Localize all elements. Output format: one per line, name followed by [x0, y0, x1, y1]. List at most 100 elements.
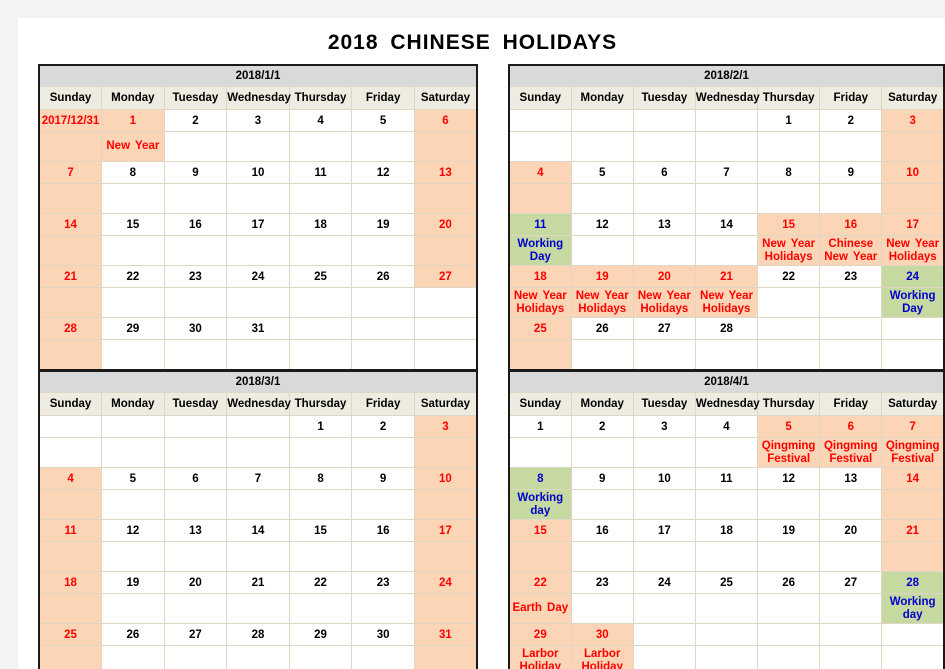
day-note-cell[interactable]	[632, 593, 696, 624]
day-cell[interactable]: 9	[570, 467, 634, 490]
day-note-cell[interactable]	[226, 593, 290, 624]
day-note-cell[interactable]	[694, 235, 759, 266]
day-cell[interactable]: 7	[226, 467, 290, 490]
day-note-cell[interactable]	[881, 541, 945, 572]
day-note-cell[interactable]	[288, 235, 353, 266]
day-note-cell[interactable]	[819, 645, 883, 669]
day-note-cell[interactable]	[288, 541, 353, 572]
day-note-cell[interactable]	[288, 131, 353, 162]
day-cell[interactable]: 19	[101, 571, 165, 594]
day-cell[interactable]: 10	[413, 467, 478, 490]
day-cell[interactable]: 22	[101, 265, 165, 288]
day-cell[interactable]: 23	[570, 571, 634, 594]
day-cell[interactable]: 9	[163, 161, 228, 184]
day-note-cell[interactable]	[351, 183, 415, 214]
day-cell[interactable]: 28	[694, 317, 759, 340]
day-cell[interactable]: 2	[570, 415, 634, 438]
day-cell[interactable]: 26	[757, 571, 821, 594]
day-cell[interactable]: 24	[881, 265, 945, 288]
day-cell[interactable]: 8	[288, 467, 353, 490]
day-cell[interactable]: 24	[632, 571, 696, 594]
day-cell[interactable]: 29	[508, 623, 572, 646]
day-note-cell[interactable]	[101, 489, 165, 520]
day-cell[interactable]: 30	[163, 317, 228, 340]
day-cell[interactable]: 11	[288, 161, 353, 184]
day-cell[interactable]: 30	[351, 623, 415, 646]
day-note-cell[interactable]	[38, 339, 103, 371]
day-cell[interactable]: 2	[351, 415, 415, 438]
day-note-cell[interactable]	[38, 489, 103, 520]
day-note-cell[interactable]	[757, 131, 821, 162]
day-cell[interactable]: 27	[819, 571, 883, 594]
day-note-cell[interactable]	[38, 437, 103, 468]
day-note-cell[interactable]	[288, 593, 353, 624]
day-note-cell[interactable]	[413, 287, 478, 318]
day-note-cell[interactable]	[288, 645, 353, 669]
day-cell[interactable]: 31	[226, 317, 290, 340]
day-note-cell[interactable]: Working Day	[508, 235, 572, 266]
day-note-cell[interactable]	[508, 437, 572, 468]
day-note-cell[interactable]: New Year Holidays	[570, 287, 634, 318]
day-cell[interactable]: 4	[694, 415, 759, 438]
day-note-cell[interactable]	[226, 287, 290, 318]
day-cell[interactable]: 8	[101, 161, 165, 184]
day-note-cell[interactable]	[881, 489, 945, 520]
day-note-cell[interactable]	[101, 339, 165, 371]
day-cell[interactable]: 4	[38, 467, 103, 490]
day-note-cell[interactable]	[508, 131, 572, 162]
day-note-cell[interactable]: New Year	[101, 131, 165, 162]
day-cell[interactable]: 5	[757, 415, 821, 438]
day-note-cell[interactable]: New Year Holidays	[508, 287, 572, 318]
day-cell[interactable]: 13	[819, 467, 883, 490]
day-note-cell[interactable]: Working day	[508, 489, 572, 520]
day-cell[interactable]: 19	[757, 519, 821, 542]
day-cell[interactable]: 23	[163, 265, 228, 288]
day-note-cell[interactable]	[101, 183, 165, 214]
day-note-cell[interactable]	[570, 131, 634, 162]
day-note-cell[interactable]	[819, 541, 883, 572]
day-note-cell[interactable]	[226, 489, 290, 520]
day-note-cell[interactable]	[570, 541, 634, 572]
day-cell[interactable]: 16	[163, 213, 228, 236]
day-note-cell[interactable]	[632, 183, 696, 214]
day-note-cell[interactable]	[413, 489, 478, 520]
day-note-cell[interactable]: Working day	[881, 593, 945, 624]
day-cell[interactable]: 10	[632, 467, 696, 490]
day-cell[interactable]: 18	[288, 213, 353, 236]
day-cell[interactable]: 16	[819, 213, 883, 236]
day-cell[interactable]: 19	[570, 265, 634, 288]
day-cell[interactable]: 7	[38, 161, 103, 184]
day-note-cell[interactable]	[413, 645, 478, 669]
day-note-cell[interactable]	[351, 593, 415, 624]
day-cell[interactable]: 27	[632, 317, 696, 340]
day-note-cell[interactable]: Chinese New Year	[819, 235, 883, 266]
day-cell[interactable]: 20	[413, 213, 478, 236]
day-cell[interactable]: 20	[632, 265, 696, 288]
day-note-cell[interactable]	[38, 593, 103, 624]
day-note-cell[interactable]	[163, 287, 228, 318]
day-cell[interactable]: 20	[163, 571, 228, 594]
day-cell[interactable]: 1	[757, 109, 821, 132]
day-note-cell[interactable]: Qingming Festival	[881, 437, 945, 468]
day-note-cell[interactable]: Larbor Holiday	[508, 645, 572, 669]
day-note-cell[interactable]	[413, 183, 478, 214]
day-note-cell[interactable]	[226, 541, 290, 572]
day-cell[interactable]: 26	[101, 623, 165, 646]
day-cell[interactable]	[508, 109, 572, 132]
day-cell[interactable]: 8	[508, 467, 572, 490]
day-note-cell[interactable]	[570, 489, 634, 520]
day-note-cell[interactable]	[163, 645, 228, 669]
day-cell[interactable]: 8	[757, 161, 821, 184]
day-note-cell[interactable]	[757, 541, 821, 572]
day-note-cell[interactable]	[226, 339, 290, 371]
day-note-cell[interactable]	[351, 287, 415, 318]
day-cell[interactable]: 28	[881, 571, 945, 594]
day-cell[interactable]	[413, 317, 478, 340]
day-cell[interactable]: 3	[881, 109, 945, 132]
day-cell[interactable]: 22	[508, 571, 572, 594]
day-cell[interactable]: 12	[351, 161, 415, 184]
day-note-cell[interactable]	[288, 183, 353, 214]
day-note-cell[interactable]	[413, 131, 478, 162]
day-note-cell[interactable]	[351, 541, 415, 572]
day-note-cell[interactable]	[413, 593, 478, 624]
